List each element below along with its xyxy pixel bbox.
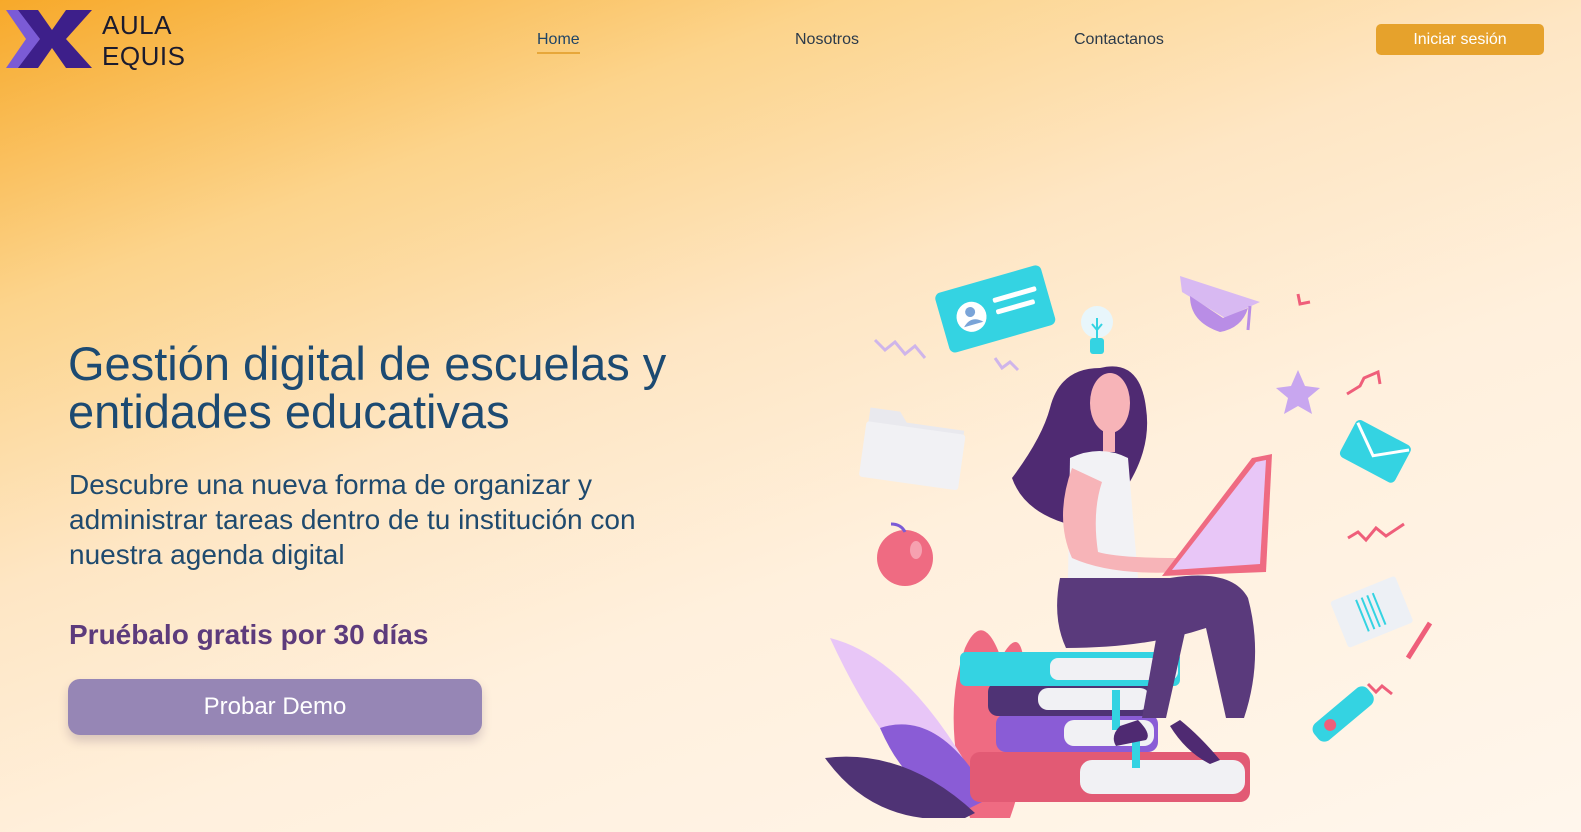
id-card-icon [935, 265, 1056, 353]
brand-line-2: EQUIS [102, 41, 186, 71]
zigzag-decoration [1366, 682, 1393, 696]
nav-about-link[interactable]: Nosotros [795, 30, 859, 50]
star-icon [1276, 370, 1320, 414]
nav-home-link[interactable]: Home [537, 30, 580, 54]
zigzag-decoration [1347, 522, 1405, 543]
hero-trial-text: Pruébalo gratis por 30 días [69, 619, 429, 650]
apple-icon [877, 522, 933, 586]
hero-title: Gestión digital de escuelas y entidades … [68, 337, 667, 438]
hero-illustration [825, 265, 1433, 818]
zigzag-decoration [1346, 369, 1382, 396]
brand-logo[interactable]: AULA EQUIS [6, 8, 196, 72]
brand-wordmark: AULA EQUIS [102, 10, 185, 72]
nav-contact-link[interactable]: Contactanos [1074, 30, 1164, 50]
zigzag-decoration [873, 338, 927, 359]
demo-button[interactable]: Probar Demo [68, 679, 482, 735]
graduation-cap-icon [1180, 276, 1260, 332]
envelope-icon [1339, 420, 1411, 483]
lightbulb-icon [1081, 306, 1113, 354]
zigzag-decoration [993, 357, 1020, 372]
diploma-icon [1312, 686, 1374, 742]
login-button[interactable]: Iniciar sesión [1376, 24, 1544, 55]
brand-line-1: AULA [102, 10, 172, 40]
logo-x-icon [6, 10, 92, 68]
zigzag-decoration [1296, 293, 1311, 306]
hero-subtitle: Descubre una nueva forma de organizar y … [69, 469, 636, 570]
pencil-icon [1405, 621, 1433, 660]
books-stack [960, 652, 1250, 802]
document-icon [1330, 576, 1413, 648]
folder-icon [859, 407, 966, 491]
